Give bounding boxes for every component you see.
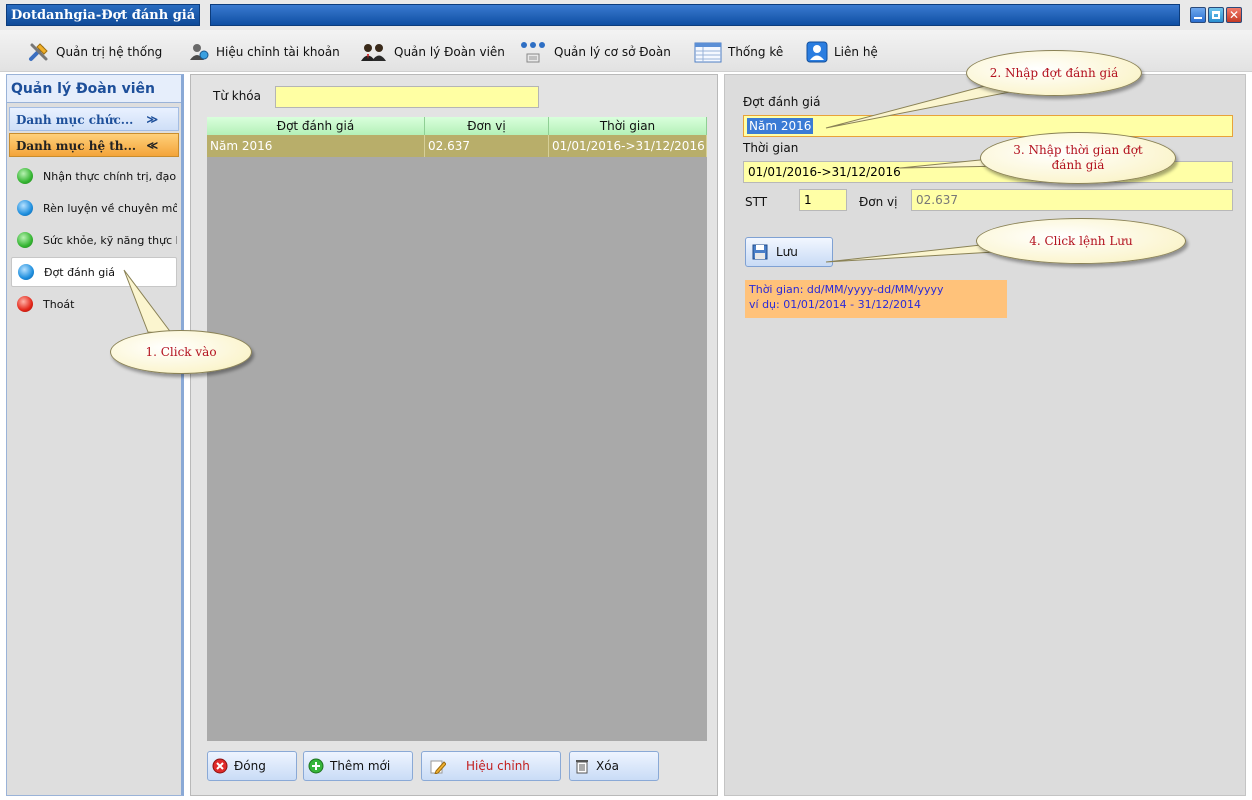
callout-enter-period: 2. Nhập đợt đánh giá (966, 50, 1142, 96)
callout-click-here: 1. Click vào (110, 330, 252, 374)
callout-line: 3. Nhập thời gian đợt (1013, 143, 1143, 157)
callout-enter-time: 3. Nhập thời gian đợt đánh giá (980, 132, 1176, 184)
callout-click-save: 4. Click lệnh Lưu (976, 218, 1186, 264)
callout-line: đánh giá (1051, 158, 1105, 172)
callout-pointers (123, 81, 1012, 335)
